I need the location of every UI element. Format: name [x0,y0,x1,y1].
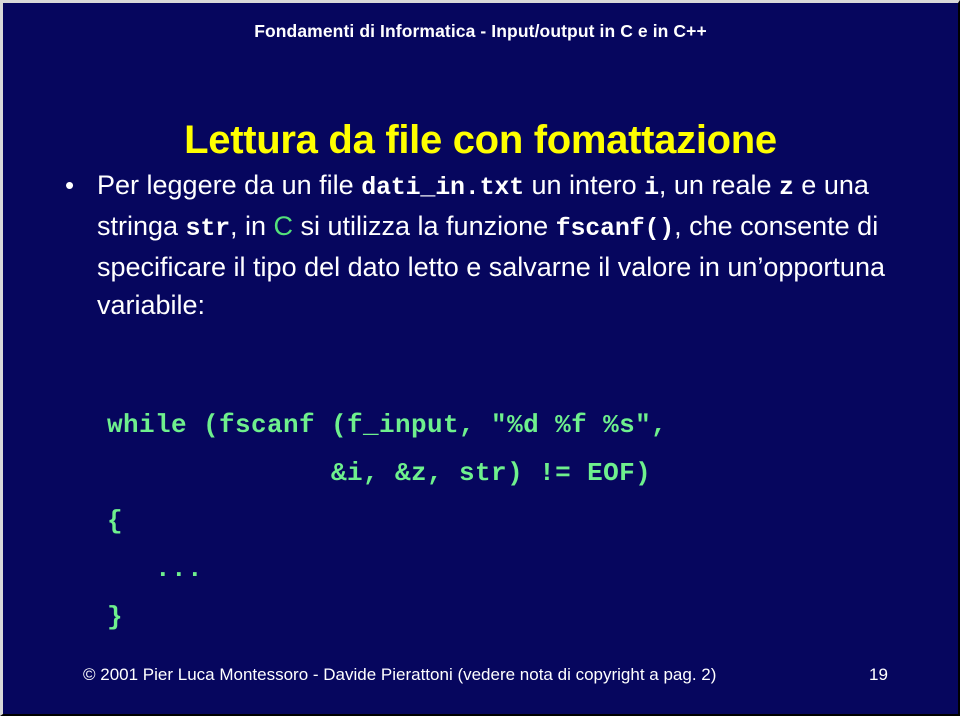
slide-header: Fondamenti di Informatica - Input/output… [254,21,707,41]
bullet-text-segment-3: i [644,173,659,202]
page-title: Lettura da file con fomattazione [184,117,777,162]
bullet-list: • Per leggere da un file dati_in.txt un … [59,166,919,324]
bullet-text-segment-9: C [273,211,294,241]
bullet-text-segment-1: dati_in.txt [361,173,525,202]
bullet-text-segment-2: un intero [524,170,645,200]
code-block: while (fscanf (f_input, "%d %f %s", &i, … [107,410,668,632]
slide: Fondamenti di Informatica - Input/output… [0,0,960,716]
page-number: 19 [869,665,888,684]
bullet-text-segment-5: z [778,173,794,202]
bullet-text-segment-0: Per leggere da un file [97,170,362,200]
copyright-footer: © 2001 Pier Luca Montessoro - Davide Pie… [83,665,717,684]
bullet-text-segment-7: str [185,214,231,243]
bullet-dot-icon: • [65,170,75,200]
bullet-text-segment-11: fscanf() [555,214,675,243]
bullet-text-segment-8: , in [229,211,274,241]
bullet-text-segment-10: si utilizza la funzione [293,211,556,241]
bullet-text-segment-4: , un reale [658,170,779,200]
list-item: • Per leggere da un file dati_in.txt un … [59,166,919,324]
bullet-item-text: Per leggere da un file dati_in.txt un in… [97,166,919,324]
